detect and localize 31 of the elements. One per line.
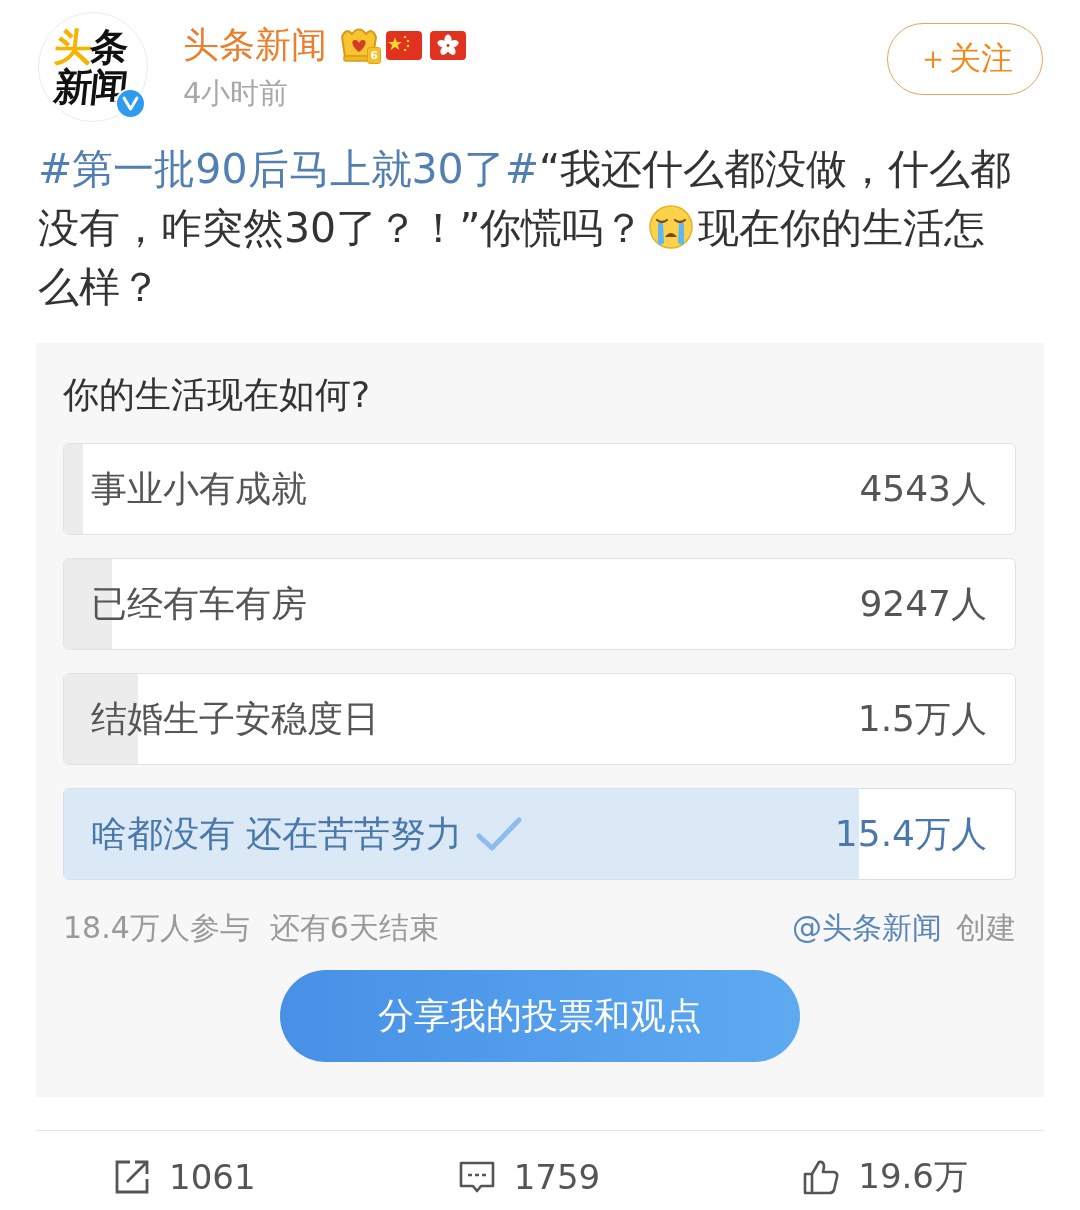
like-button[interactable]: 19.6万 [802, 1154, 968, 1200]
star-flag-icon [385, 28, 423, 62]
poll-option[interactable]: 啥都没有 还在苦苦努力 15.4万人 [63, 788, 1016, 880]
post-time: 4小时前 [183, 75, 290, 112]
poll-option[interactable]: 结婚生子安稳度日 1.5万人 [63, 673, 1016, 765]
option-label: 事业小有成就 [91, 467, 307, 511]
time-remaining: 还有6天结束 [269, 909, 439, 947]
vote-count: 9247人 [859, 582, 987, 626]
option-label: 啥都没有 还在苦苦努力 [91, 812, 463, 856]
square-arrow-icon [113, 1158, 151, 1196]
vote-count: 4543人 [859, 467, 987, 511]
crying-face-icon [648, 204, 695, 250]
hashtag-link[interactable]: #第一批90后马上就30了# [38, 145, 540, 193]
creator-link[interactable]: @头条新闻 [792, 908, 942, 948]
comment-button[interactable]: 1759 [457, 1157, 601, 1197]
post-text: #第一批90后马上就30了#“我还什么都没做，什么都没有，咋突然30了？！”你慌吗？ 现在你的生活怎么样？ [38, 144, 1013, 313]
participant-count: 18.4万人参与 [63, 909, 250, 947]
check-icon [476, 816, 523, 852]
poll-option[interactable]: 已经有车有房 9247人 [63, 558, 1016, 650]
logo-text: 头条 [51, 27, 129, 67]
created-label: 创建 [956, 909, 1016, 947]
repost-button[interactable]: 1061 [113, 1157, 256, 1197]
level-tag: 6 [367, 47, 381, 64]
option-label: 已经有车有房 [91, 582, 307, 626]
thumbs-up-icon [802, 1158, 841, 1196]
poll-question: 你的生活现在如何? [63, 373, 372, 417]
flower-flag-icon [429, 28, 467, 62]
vote-count: 15.4万人 [834, 812, 987, 856]
vote-count: 1.5万人 [857, 697, 987, 741]
option-label: 结婚生子安稳度日 [91, 697, 379, 741]
poll-option[interactable]: 事业小有成就 4543人 [63, 443, 1016, 535]
